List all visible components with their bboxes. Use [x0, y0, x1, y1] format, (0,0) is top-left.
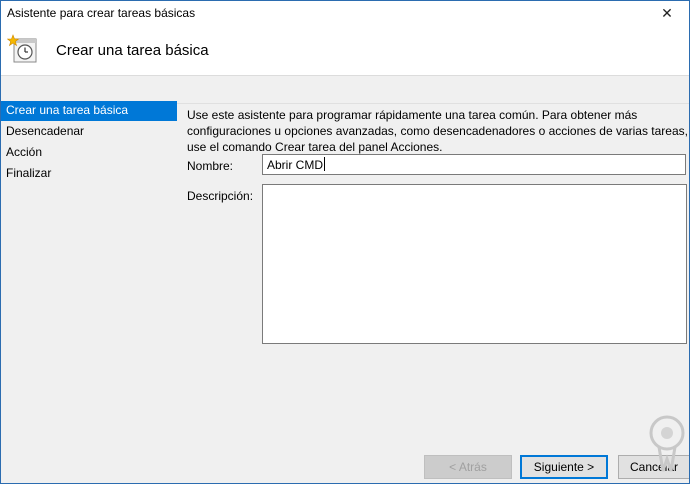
intro-line: configuraciones u opciones avanzadas, co… — [187, 124, 688, 138]
next-button[interactable]: Siguiente > — [520, 455, 608, 479]
wizard-window: Asistente para crear tareas básicas ✕ Cr… — [0, 0, 690, 484]
watermark-logo-icon — [649, 415, 685, 472]
sidebar-item-finalizar[interactable]: Finalizar — [1, 164, 177, 184]
text-caret — [324, 157, 325, 171]
description-label: Descripción: — [187, 189, 254, 203]
close-icon: ✕ — [661, 4, 673, 21]
sidebar-item-desencadenar[interactable]: Desencadenar — [1, 122, 177, 142]
description-field[interactable] — [262, 184, 687, 344]
page-title: Crear una tarea básica — [56, 42, 209, 59]
name-field[interactable]: Abrir CMD — [262, 154, 686, 175]
title-bar: Asistente para crear tareas básicas ✕ — [1, 1, 689, 25]
wizard-header: Crear una tarea básica — [1, 25, 689, 76]
task-scheduler-clock-icon — [7, 34, 37, 63]
intro-text: Use este asistente para programar rápida… — [187, 107, 688, 155]
back-button[interactable]: < Atrás — [424, 455, 512, 479]
window-title: Asistente para crear tareas básicas — [7, 6, 196, 20]
content-top-divider — [177, 103, 689, 104]
name-field-value: Abrir CMD — [267, 158, 323, 172]
intro-line: Use este asistente para programar rápida… — [187, 108, 638, 122]
wizard-steps-sidebar: Crear una tarea básica Desencadenar Acci… — [1, 101, 177, 461]
sidebar-item-accion[interactable]: Acción — [1, 143, 177, 163]
close-button[interactable]: ✕ — [645, 1, 689, 25]
intro-line: use el comando Crear tarea del panel Acc… — [187, 140, 443, 154]
sidebar-item-crear-tarea[interactable]: Crear una tarea básica — [1, 101, 177, 121]
name-label: Nombre: — [187, 159, 234, 173]
